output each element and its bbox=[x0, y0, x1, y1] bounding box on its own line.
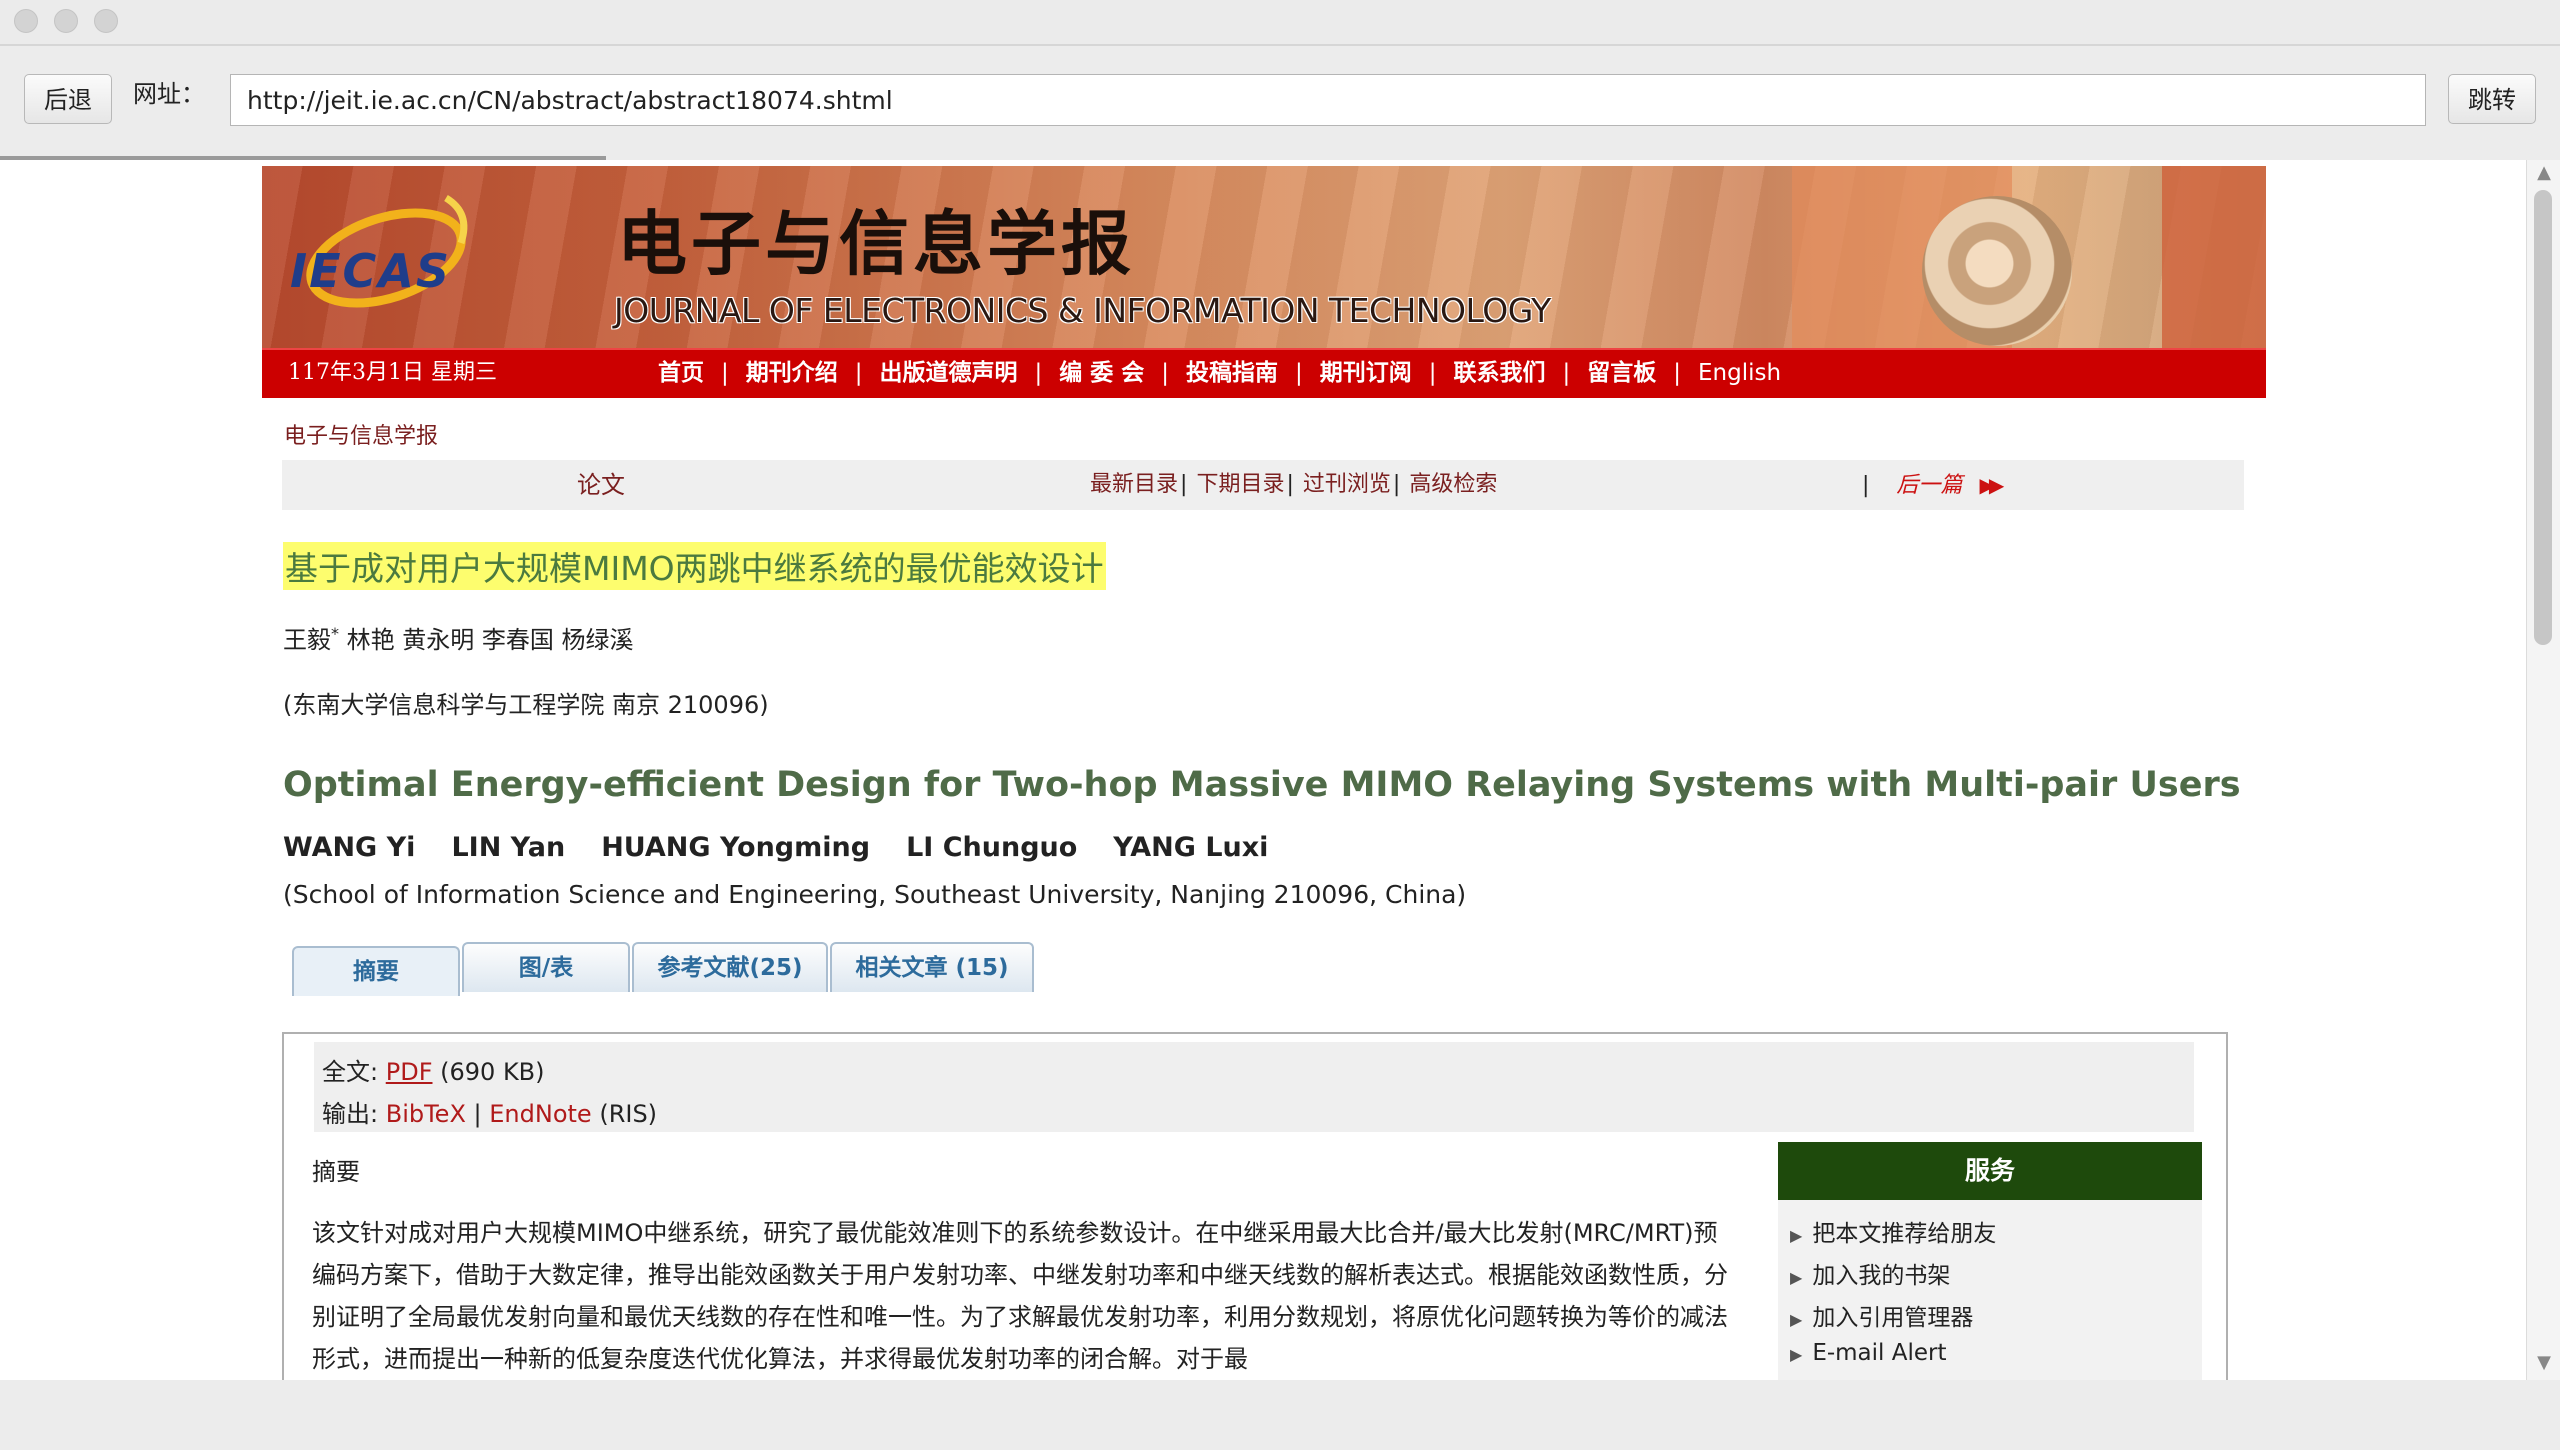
scroll-down-icon[interactable]: ▼ bbox=[2527, 1352, 2560, 1373]
affiliation-cn: (东南大学信息科学与工程学院 南京 210096) bbox=[283, 691, 769, 719]
nav-subscription[interactable]: 期刊订阅 bbox=[1320, 350, 1412, 396]
nav-ethics[interactable]: 出版道德声明 bbox=[880, 350, 1018, 396]
service-citation-manager[interactable]: ▶ 加入引用管理器 bbox=[1790, 1298, 1973, 1332]
pdf-size: (690 KB) bbox=[440, 1058, 545, 1086]
export-label: 输出: bbox=[322, 1100, 379, 1128]
minimize-window-icon[interactable] bbox=[54, 9, 78, 33]
abstract-panel: 全文: PDF (690 KB) 输出: BibTeX | EndNote (R… bbox=[282, 1032, 2228, 1380]
next-article: | 后一篇 ▶▶ bbox=[1862, 460, 2004, 511]
page-viewport: IECAS 电子与信息学报 JOURNAL OF ELECTRONICS & I… bbox=[0, 160, 2526, 1380]
fulltext-label: 全文: bbox=[322, 1058, 379, 1086]
nav-home[interactable]: 首页 bbox=[658, 350, 704, 396]
issue-links: 最新目录| 下期目录| 过刊浏览| 高级检索 bbox=[1090, 472, 1498, 497]
url-input[interactable] bbox=[230, 74, 2426, 126]
pdf-link[interactable]: PDF bbox=[386, 1058, 433, 1086]
triangle-right-icon: ▶ bbox=[1790, 1268, 1803, 1287]
archive-link[interactable]: 过刊浏览 bbox=[1303, 472, 1391, 497]
abstract-text: 该文针对成对用户大规模MIMO中继系统，研究了最优能效准则下的系统参数设计。在中… bbox=[312, 1219, 1728, 1373]
window-bottom-strip bbox=[0, 1380, 2560, 1450]
fulltext-line: 全文: PDF (690 KB) bbox=[322, 1052, 545, 1087]
export-separator: | bbox=[473, 1100, 482, 1128]
window-title-bar bbox=[0, 0, 2560, 46]
next-issue-link[interactable]: 下期目录 bbox=[1196, 472, 1284, 497]
nav-message-board[interactable]: 留言板 bbox=[1587, 350, 1656, 396]
author-name: YANG Luxi bbox=[1113, 832, 1269, 863]
scroll-up-icon[interactable]: ▲ bbox=[2527, 162, 2560, 183]
nav-separator: | bbox=[854, 360, 863, 386]
nav-separator: | bbox=[721, 360, 729, 386]
current-date: 117年3月1日 星期三 bbox=[288, 360, 497, 385]
nav-separator: | bbox=[1161, 360, 1170, 386]
main-nav-links: 首页 | 期刊介绍 | 出版道德声明 | 编 委 会 | 投稿指南 | 期刊订阅 | 联系我们 | 留言板 |… bbox=[658, 350, 1781, 396]
author-name: WANG Yi bbox=[283, 832, 416, 863]
service-bookshelf[interactable]: ▶ 加入我的书架 bbox=[1790, 1256, 1950, 1290]
tab-abstract[interactable]: 摘要 bbox=[292, 946, 460, 996]
main-nav-bar: 117年3月1日 星期三 首页 | 期刊介绍 | 出版道德声明 | 编 委 会 | 投稿指南 | 期… bbox=[262, 348, 2266, 398]
iecas-logo[interactable]: IECAS bbox=[290, 244, 451, 298]
nav-journal-intro[interactable]: 期刊介绍 bbox=[746, 350, 838, 396]
journal-banner: IECAS 电子与信息学报 JOURNAL OF ELECTRONICS & I… bbox=[262, 166, 2266, 348]
triangle-right-icon: ▶ bbox=[1790, 1226, 1803, 1245]
triangle-right-icon: ▶ bbox=[1790, 1345, 1803, 1364]
fulltext-export-box: 全文: PDF (690 KB) 输出: BibTeX | EndNote (R… bbox=[314, 1042, 2194, 1132]
service-panel: 服务 ▶ 把本文推荐给朋友 ▶ 加入我的书架 ▶ 加入引用管理器 ▶ E-mail Al… bbox=[1778, 1142, 2202, 1380]
scrollbar-thumb[interactable] bbox=[2534, 190, 2552, 645]
abstract-heading: 摘要 bbox=[312, 1158, 360, 1186]
nav-contact[interactable]: 联系我们 bbox=[1454, 350, 1546, 396]
authors-cn: 王毅* 林艳 黄永明 李春国 杨绿溪 bbox=[283, 624, 634, 654]
journal-title-cn: 电子与信息学报 bbox=[617, 202, 1135, 285]
nav-separator: | bbox=[1428, 360, 1437, 386]
export-line: 输出: BibTeX | EndNote (RIS) bbox=[322, 1094, 657, 1129]
go-button[interactable]: 跳转 bbox=[2448, 74, 2536, 124]
service-heading: 服务 bbox=[1778, 1142, 2202, 1200]
close-window-icon[interactable] bbox=[14, 9, 38, 33]
back-button[interactable]: 后退 bbox=[24, 74, 112, 124]
tab-references[interactable]: 参考文献(25) bbox=[632, 942, 828, 992]
url-label: 网址： bbox=[133, 80, 205, 108]
tab-related-articles[interactable]: 相关文章 (15) bbox=[830, 942, 1034, 992]
nav-separator: | bbox=[1562, 360, 1571, 386]
author-name: HUANG Yongming bbox=[601, 832, 871, 863]
authors-en: WANG Yi LIN Yan HUANG Yongming LI Chunguo YA… bbox=[283, 832, 1304, 863]
article-toolbar: 论文 最新目录| 下期目录| 过刊浏览| 高级检索 | 后一篇 ▶▶ bbox=[282, 460, 2244, 510]
corresponding-author-mark: * bbox=[331, 624, 339, 643]
connector-image bbox=[1922, 196, 2072, 346]
nav-separator: | bbox=[1295, 360, 1303, 386]
zoom-window-icon[interactable] bbox=[94, 9, 118, 33]
nav-english[interactable]: English bbox=[1698, 350, 1781, 396]
vertical-scrollbar[interactable]: ▲ ▼ bbox=[2526, 160, 2560, 1380]
nav-separator: | bbox=[1034, 360, 1043, 386]
affiliation-en: (School of Information Science and Engin… bbox=[283, 880, 1467, 909]
author-name: LIN Yan bbox=[451, 832, 566, 863]
article-section-label: 论文 bbox=[577, 471, 625, 499]
article-title-cn: 基于成对用户大规模MIMO两跳中继系统的最优能效设计 bbox=[283, 542, 1106, 590]
breadcrumb-journal[interactable]: 电子与信息学报 bbox=[284, 418, 438, 450]
tab-figures[interactable]: 图/表 bbox=[462, 942, 630, 992]
nav-separator: | bbox=[1673, 360, 1682, 386]
advanced-search-link[interactable]: 高级检索 bbox=[1409, 472, 1497, 497]
journal-title-en: JOURNAL OF ELECTRONICS & INFORMATION TEC… bbox=[614, 291, 1551, 330]
article-nav-separator: | bbox=[1862, 473, 1870, 498]
latest-issue-link[interactable]: 最新目录 bbox=[1090, 472, 1178, 497]
nav-submission-guide[interactable]: 投稿指南 bbox=[1186, 350, 1278, 396]
bibtex-link[interactable]: BibTeX bbox=[386, 1100, 466, 1128]
next-arrow-icon[interactable]: ▶▶ bbox=[1979, 473, 2004, 497]
ris-label: (RIS) bbox=[599, 1100, 658, 1128]
next-article-link[interactable]: 后一篇 bbox=[1896, 473, 1962, 498]
service-email-alert[interactable]: ▶ E-mail Alert bbox=[1790, 1340, 1946, 1366]
service-recommend[interactable]: ▶ 把本文推荐给朋友 bbox=[1790, 1214, 1996, 1248]
article-title-en: Optimal Energy-efficient Design for Two-… bbox=[283, 765, 2241, 805]
endnote-link[interactable]: EndNote bbox=[489, 1100, 591, 1128]
nav-editorial-board[interactable]: 编 委 会 bbox=[1059, 350, 1144, 396]
author-name: LI Chunguo bbox=[906, 832, 1078, 863]
triangle-right-icon: ▶ bbox=[1790, 1310, 1803, 1329]
